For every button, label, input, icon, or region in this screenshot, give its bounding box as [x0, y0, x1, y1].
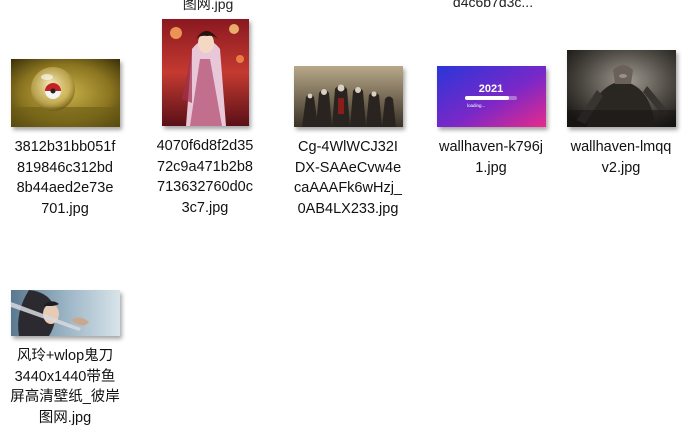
chinese-lady-art-thumbnail[interactable]	[161, 19, 249, 126]
file-item[interactable]: 3812b31bb051f 819846c312bd 8b44aed2e73e …	[0, 59, 130, 219]
file-name: 风玲+wlop鬼刀 3440x1440带鱼 屏高清壁纸_彼岸 图网.jpg	[10, 348, 120, 426]
2021-loading-gradient-thumbnail[interactable]: 2021 loading...	[436, 66, 546, 127]
file-name: wallhaven-k796j 1.jpg	[439, 139, 543, 176]
file-name: Cg-4WlWCJ32I DX-SAAeCvw4e caAAAFk6wHzj_ …	[294, 139, 402, 217]
thumb-year-text: 2021	[478, 83, 502, 95]
file-item[interactable]: Cg-4WlWCJ32I DX-SAAeCvw4e caAAAFk6wHzj_ …	[283, 66, 413, 219]
pokeball-thumbnail[interactable]	[10, 59, 120, 127]
wlop-ghostblade-thumbnail[interactable]	[10, 290, 120, 336]
file-name: 4070f6d8f2d35 72c9a471b2b8 713632760d0c …	[156, 138, 254, 216]
thumb-loading-text: loading...	[467, 103, 485, 108]
cutoff-file-label[interactable]: d4c6b7d3c...	[428, 0, 558, 10]
file-name: 3812b31bb051f 819846c312bd 8b44aed2e73e …	[14, 139, 116, 217]
file-name: wallhaven-lmqq v2.jpg	[570, 139, 672, 176]
dark-warrior-thumbnail[interactable]	[566, 50, 676, 127]
file-item[interactable]: wallhaven-lmqq v2.jpg	[556, 50, 686, 178]
file-item[interactable]: 4070f6d8f2d35 72c9a471b2b8 713632760d0c …	[140, 19, 270, 218]
assassins-creed-group-thumbnail[interactable]	[293, 66, 403, 127]
cutoff-file-label[interactable]: 图网.jpg	[168, 0, 248, 14]
file-item[interactable]: 风玲+wlop鬼刀 3440x1440带鱼 屏高清壁纸_彼岸 图网.jpg	[0, 290, 130, 428]
file-item[interactable]: 2021 loading... wallhaven-k796j 1.jpg	[426, 66, 556, 178]
